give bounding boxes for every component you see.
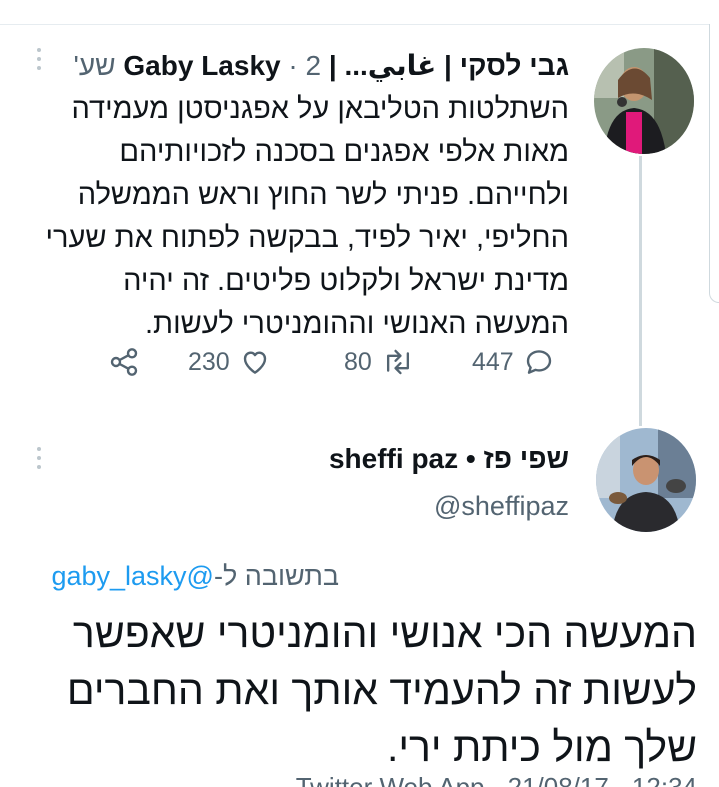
author-name[interactable]: גבי לסקי | غابي... | Gaby Lasky xyxy=(123,50,569,81)
reply-line: לעשות זה להעמיד אותך ואת החברים xyxy=(66,667,697,713)
more-options-icon[interactable] xyxy=(34,48,44,70)
like-count: 230 xyxy=(188,347,230,376)
tweet-line: השתלטות הטליבאן על אפגניסטן מעמידה xyxy=(71,93,569,125)
tweet-line: ולחייהם. פניתי לשר החוץ וראש הממשלה xyxy=(77,179,569,211)
reply-author-avatar[interactable] xyxy=(596,428,696,532)
tweet-thread-screen: גבי לסקי | غابي... | Gaby Lasky · 2 שע' … xyxy=(0,0,719,787)
scrollbar[interactable] xyxy=(709,24,719,303)
more-options-icon[interactable] xyxy=(34,447,44,469)
reply-button[interactable]: 447 xyxy=(472,340,554,384)
share-button[interactable] xyxy=(108,340,140,384)
tweet-line: מאות אלפי אפגנים בסכנה לזכויותיהם xyxy=(119,136,569,168)
reply-author-handle[interactable]: @sheffipaz xyxy=(434,486,569,526)
replying-to-prefix: בתשובה ל- xyxy=(213,561,339,591)
tweet-text: השתלטות הטליבאן על אפגניסטן מעמידה מאות … xyxy=(45,88,569,346)
reply-line: שלך מול כיתת ירי. xyxy=(386,724,697,770)
author-avatar[interactable] xyxy=(594,48,694,154)
heart-icon xyxy=(243,351,266,374)
reply-count: 447 xyxy=(472,347,514,376)
tweet-header: גבי לסקי | غابي... | Gaby Lasky · 2 שע' xyxy=(73,50,569,81)
like-button[interactable]: 230 xyxy=(188,340,270,384)
tweet-line: החליפי, יאיר לפיד, בבקשה לפתוח את שערי xyxy=(45,222,569,254)
reply-line: המעשה הכי אנושי והומניטרי שאפשר xyxy=(72,610,697,656)
avatar-photo-icon xyxy=(596,428,696,532)
replying-to: בתשובה ל-@gaby_lasky xyxy=(51,556,339,596)
retweet-button[interactable]: 80 xyxy=(344,340,414,384)
retweet-count: 80 xyxy=(344,347,372,376)
retweet-icon xyxy=(386,349,409,375)
top-divider xyxy=(0,24,719,25)
reply-bubble-icon xyxy=(526,350,551,374)
replying-to-handle[interactable]: @gaby_lasky xyxy=(51,561,214,591)
thread-connector-line xyxy=(639,156,642,426)
avatar-photo-icon xyxy=(594,48,694,154)
reply-footer: Twitter Web App · 21/08/17 · 12:34 xyxy=(295,772,697,787)
reply-text: המעשה הכי אנושי והומניטרי שאפשר לעשות זה… xyxy=(67,605,697,776)
reply-author-name[interactable]: שפי פז • sheffi paz xyxy=(329,437,569,481)
tweet-line: מדינת ישראל ולקלוט פליטים. זה יהיה xyxy=(123,265,569,297)
share-icon xyxy=(110,348,138,376)
